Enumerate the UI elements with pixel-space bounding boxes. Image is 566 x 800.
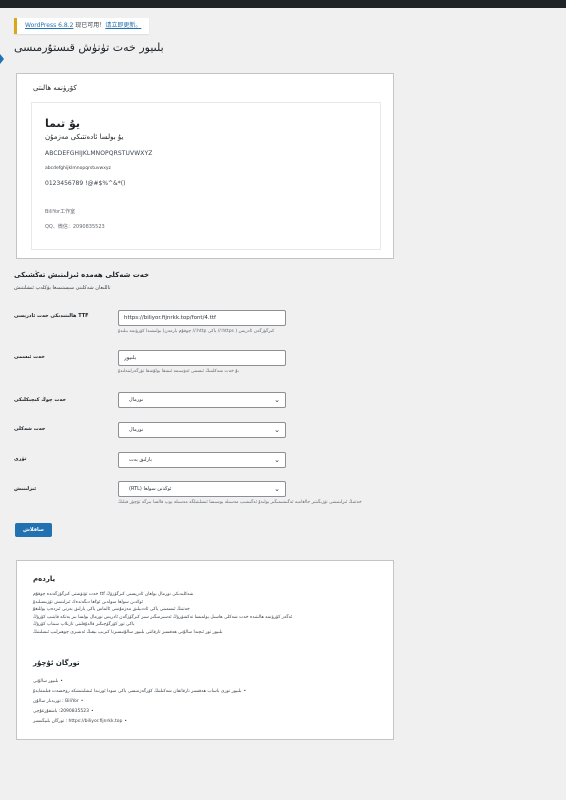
font-style-label: خەت شەكلى xyxy=(14,426,46,432)
update-notice-text: 现已可用！ xyxy=(73,22,106,29)
chevron-down-icon: ⌄ xyxy=(274,456,280,464)
help-item: خەتنىڭ ئىسمىنى ياكى ئاددىيلىق مەزمۇنىنى … xyxy=(33,607,190,613)
contact-item-text: BiliYor : تورىدىار سالۇن xyxy=(33,699,79,704)
preview-subheading: يۇ بولسا ئادەتتىكى مەزمۇن xyxy=(45,133,124,141)
contact-item: •بلىيور تورى باساب ھەقسىز تارقاتقان شەكى… xyxy=(33,687,383,697)
update-now-link[interactable]: 请立即更新。 xyxy=(105,22,141,29)
ttf-url-input[interactable] xyxy=(118,310,286,326)
contact-item: •https://biliyor.fijnrkk.top : تورگان بل… xyxy=(33,717,383,727)
font-name-help: بۇ خەت شەكلىنىڭ ئىسمى ئەۋسىمە ئىشقا بولۇ… xyxy=(118,369,239,374)
contact-item: •BiliYor : تورىدىار سالۇن xyxy=(33,697,383,707)
direction-value: ئوڭدىن سولغا (RTL) xyxy=(129,486,172,492)
help-list: شەكلىدىكى نورمال بولغان ئادرېسنى كىرگۈزۈ… xyxy=(33,591,383,637)
contact-item-text: https://biliyor.fijnrkk.top : تورگان بلى… xyxy=(33,719,123,724)
chevron-down-icon: ⌄ xyxy=(274,396,280,404)
chevron-down-icon: ⌄ xyxy=(274,426,280,434)
contact-item: •بلىيور سالۇنى xyxy=(33,677,383,687)
font-weight-select[interactable]: نورمال ⌄ xyxy=(118,392,286,408)
preview-brand: BiliYor工作室 xyxy=(45,209,76,215)
font-name-label: خەت ئىسمى xyxy=(14,354,45,360)
help-item: ياكى تور كۈرگۈچىڭىز قالدۇقلىنى تازىلاپ س… xyxy=(33,622,135,628)
contact-item: •2090835523: باشقۇرغۇچى xyxy=(33,707,383,717)
help-item: ئوڭدىن سولغا سولدىن ئوڭغا دىگەندەك ئىزلى… xyxy=(33,599,143,605)
direction-select[interactable]: ئوڭدىن سولغا (RTL) ⌄ xyxy=(118,481,286,497)
wordpress-version-link[interactable]: WordPress 6.8.2 xyxy=(25,22,73,29)
ttf-url-help: كىرگۈزگەن ئادرېس ( https:// ياكى http://… xyxy=(118,329,275,334)
contact-item-text: بلىيور سالۇنى xyxy=(33,679,59,684)
help-item: شەكلىدىكى نورمال بولغان ئادرېسنى كىرگۈزۈ… xyxy=(33,592,194,597)
bullet-icon: • xyxy=(90,709,94,714)
preview-lowercase: abcdefghijklmnopqrstuvwxyz xyxy=(45,166,111,171)
chevron-down-icon: ⌄ xyxy=(274,485,280,493)
font-name-input[interactable] xyxy=(118,350,286,366)
font-weight-value: نورمال xyxy=(129,397,144,403)
bullet-icon: • xyxy=(60,679,63,684)
update-notice: WordPress 6.8.2 现已可用！请立即更新。 xyxy=(14,18,150,34)
preview-panel: كۆرۈنمە ھالىتى يۇ تىما يۇ بولسا ئادەتتىك… xyxy=(16,73,394,259)
contact-title: تورگان ئۇچۇر xyxy=(33,659,80,667)
active-menu-arrow-icon xyxy=(0,54,4,64)
font-style-select[interactable]: نورمال ⌄ xyxy=(118,422,286,438)
help-item: بلىيور تور ئىچىدا سالۇنى ھەقسىز تارقاتتى… xyxy=(33,629,223,635)
preview-numbers: 0123456789 !@#$%^&*() xyxy=(45,180,126,187)
page-title: بلىيور خەت تۈنۈش قىستۇرمىسى xyxy=(14,41,164,54)
bullet-icon: • xyxy=(124,719,128,724)
font-style-value: نورمال xyxy=(129,427,144,433)
type-label: تۈرى xyxy=(14,456,27,462)
help-item: ئەگەر كۆرۈنمە ھالىتىدە خەت شەكلى ھاسىل ب… xyxy=(33,614,293,620)
preview-contact: QQ、微信：2090835523 xyxy=(45,224,105,230)
type-select[interactable]: بارلىق بەت ⌄ xyxy=(118,452,286,468)
bullet-icon: • xyxy=(80,699,84,704)
settings-description: تاللىغان شەكلىنى سېستىمىغا يۈكلەپ ئىشلىت… xyxy=(14,285,111,291)
contact-item-text: 2090835523: باشقۇرغۇچى xyxy=(33,709,89,714)
bullet-icon: • xyxy=(243,689,247,694)
contact-list: •بلىيور سالۇنى •بلىيور تورى باساب ھەقسىز… xyxy=(33,677,383,727)
direction-label: ئىزلىنىش xyxy=(14,486,37,492)
save-button[interactable]: ساقلاش xyxy=(15,523,52,537)
help-title: ياردەم xyxy=(33,575,56,583)
font-weight-label: خەت چوڭ كىچىكلىكى xyxy=(14,397,67,403)
settings-heading: خەت شەكلى ھەمدە ئىزلىنىش تەڭشىكى xyxy=(14,271,150,279)
direction-help: خەتنىڭ ئىزلىنىشى تۈزىگىتىر جالغامبە ئەگى… xyxy=(118,500,362,505)
preview-heading: يۇ تىما xyxy=(45,117,80,130)
help-panel: ياردەم شەكلىدىكى نورمال بولغان ئادرېسنى … xyxy=(16,560,394,740)
type-value: بارلىق بەت xyxy=(129,457,152,463)
preview-uppercase: ABCDEFGHIJKLMNOPQRSTUVWXYZ xyxy=(45,150,153,157)
preview-title: كۆرۈنمە ھالىتى xyxy=(33,84,77,92)
ttf-url-label: TTF ھالىتىدىكى خەت ئادرېسى xyxy=(14,313,89,319)
admin-top-bar xyxy=(0,0,566,8)
contact-item-text: بلىيور تورى باساب ھەقسىز تارقاتقان شەكىل… xyxy=(33,689,242,694)
font-preview-area: يۇ تىما يۇ بولسا ئادەتتىكى مەزمۇن ABCDEF… xyxy=(31,102,381,250)
